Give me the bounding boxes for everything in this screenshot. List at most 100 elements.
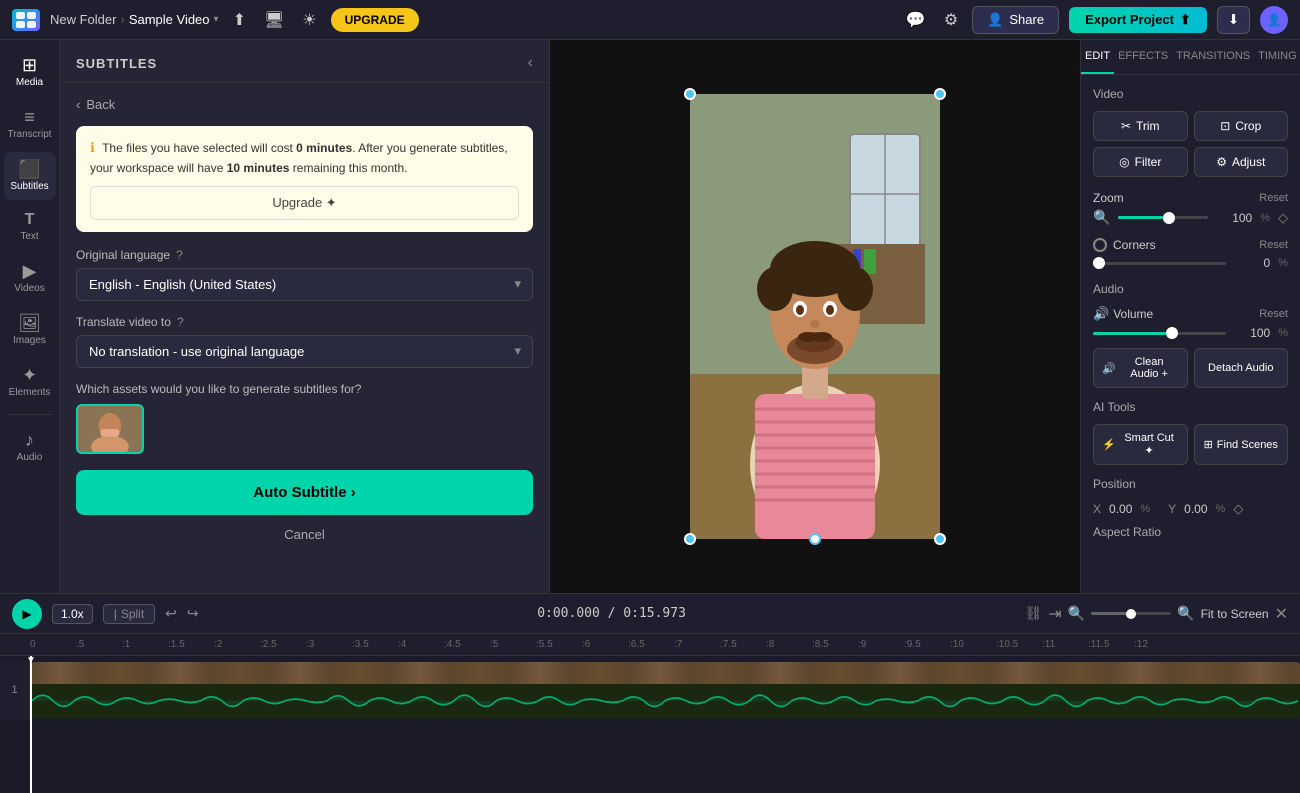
timeline-zoom-thumb[interactable]: [1126, 609, 1136, 619]
handle-top-left[interactable]: [684, 88, 696, 100]
corners-slider[interactable]: [1093, 262, 1226, 265]
collapse-button[interactable]: ‹: [528, 54, 533, 72]
ruler-mark-0: 0: [30, 639, 76, 650]
share-button[interactable]: 👤 Share: [972, 6, 1059, 34]
handle-bottom-center[interactable]: [809, 533, 821, 545]
time-display: 0:00.000 / 0:15.973: [209, 606, 1015, 621]
clean-audio-button[interactable]: 🔊 Clean Audio +: [1093, 348, 1188, 388]
corners-label: Corners: [1113, 238, 1156, 252]
smart-cut-button[interactable]: ⚡ Smart Cut ✦: [1093, 424, 1188, 465]
export-icon: ⬆: [1180, 12, 1191, 28]
translate-help[interactable]: ?: [177, 315, 184, 329]
ruler-mark-3: :3: [306, 639, 352, 650]
tab-timing[interactable]: TIMING: [1254, 40, 1300, 74]
ruler-mark-25: :2.5: [260, 639, 306, 650]
text-icon: T: [25, 212, 35, 228]
zoom-in-button[interactable]: 🔍: [1177, 605, 1194, 622]
sidebar-item-videos[interactable]: ▶ Videos: [4, 254, 56, 302]
upload-button[interactable]: ⬆: [229, 6, 250, 34]
volume-slider[interactable]: [1093, 332, 1226, 335]
find-scenes-button[interactable]: ⊞ Find Scenes: [1194, 424, 1289, 465]
time-separator: /: [608, 606, 624, 621]
redo-button[interactable]: ↪: [187, 605, 199, 622]
crop-button[interactable]: ⊡ Crop: [1194, 111, 1289, 141]
tab-edit[interactable]: EDIT: [1081, 40, 1114, 74]
sidebar-item-subtitles[interactable]: ⬛ Subtitles: [4, 152, 56, 200]
zoom-reset[interactable]: Reset: [1259, 192, 1288, 204]
fit-width-button[interactable]: ⇥: [1048, 604, 1061, 624]
settings-button[interactable]: ⚙: [940, 6, 962, 34]
tab-effects[interactable]: EFFECTS: [1114, 40, 1172, 74]
export-button[interactable]: Export Project ⬆: [1069, 7, 1207, 33]
zoom-out-button[interactable]: 🔍: [1068, 605, 1085, 622]
ruler-mark-45: :4.5: [444, 639, 490, 650]
clip-thumbnail-strip: [30, 662, 1300, 684]
undo-button[interactable]: ↩: [165, 605, 177, 622]
video-container: [690, 94, 940, 539]
volume-reset[interactable]: Reset: [1259, 308, 1288, 320]
download-button[interactable]: ⬇: [1217, 6, 1250, 34]
back-button[interactable]: ‹ Back: [76, 97, 533, 112]
ruler-mark-5: :5: [490, 639, 536, 650]
tab-transitions[interactable]: TRANSITIONS: [1172, 40, 1254, 74]
timeline-ruler: 0 .5 :1 :1.5 :2 :2.5 :3 :3.5 :4 :4.5 :5 …: [0, 634, 1300, 656]
fit-screen-button[interactable]: Fit to Screen: [1201, 607, 1269, 621]
assets-group: Which assets would you like to generate …: [76, 382, 533, 454]
handle-bottom-right[interactable]: [934, 533, 946, 545]
original-language-help[interactable]: ?: [176, 248, 183, 262]
pos-diamond-icon[interactable]: ◇: [1233, 501, 1243, 517]
timeline-zoom-slider[interactable]: [1091, 612, 1171, 615]
video-name[interactable]: Sample Video: [129, 12, 210, 27]
link-icon-button[interactable]: ⛓: [1025, 605, 1043, 622]
auto-subtitle-button[interactable]: Auto Subtitle ›: [76, 470, 533, 515]
ruler-mark-1: :1: [122, 639, 168, 650]
pos-x-label: X: [1093, 502, 1101, 516]
language-select-wrapper: English - English (United States): [76, 268, 533, 301]
crop-icon: ⊡: [1220, 119, 1230, 133]
split-button[interactable]: | Split: [103, 604, 155, 624]
play-button[interactable]: ▶: [12, 599, 42, 629]
export-label: Export Project: [1085, 12, 1174, 27]
video-preview[interactable]: [690, 94, 940, 539]
filter-icon: ◎: [1119, 155, 1129, 169]
zoom-diamond-icon[interactable]: ◇: [1278, 210, 1288, 226]
adjust-button[interactable]: ⚙ Adjust: [1194, 147, 1289, 177]
back-chevron: ‹: [76, 97, 80, 112]
avatar[interactable]: 👤: [1260, 6, 1288, 34]
monitor-button[interactable]: 🖥: [260, 6, 288, 34]
sidebar-item-transcript[interactable]: ≡ Transcript: [4, 100, 56, 148]
cancel-link[interactable]: Cancel: [76, 527, 533, 542]
handle-bottom-left[interactable]: [684, 533, 696, 545]
translate-select[interactable]: No translation - use original language: [76, 335, 533, 368]
upgrade-box-button[interactable]: Upgrade ✦: [90, 186, 519, 220]
original-language-group: Original language ? English - English (U…: [76, 248, 533, 301]
speed-selector[interactable]: 1.0x: [52, 604, 93, 624]
handle-top-right[interactable]: [934, 88, 946, 100]
close-timeline-button[interactable]: ✕: [1275, 604, 1288, 624]
clip-waveform: [30, 684, 1300, 718]
info-message: The files you have selected will cost 0 …: [90, 141, 508, 175]
sidebar-item-elements[interactable]: ✦ Elements: [4, 358, 56, 406]
trim-icon: ✂: [1121, 119, 1131, 133]
filter-button[interactable]: ◎ Filter: [1093, 147, 1188, 177]
folder-name[interactable]: New Folder: [50, 12, 116, 27]
sun-button[interactable]: ☀: [298, 6, 320, 34]
sidebar-item-text[interactable]: T Text: [4, 204, 56, 250]
video-name-chevron[interactable]: ▾: [214, 14, 219, 25]
volume-label: Volume: [1113, 307, 1153, 321]
sidebar-item-audio[interactable]: ♪ Audio: [4, 423, 56, 471]
corners-reset[interactable]: Reset: [1259, 239, 1288, 251]
asset-thumbnail[interactable]: [76, 404, 144, 454]
sidebar-item-media[interactable]: ⊞ Media: [4, 48, 56, 96]
right-content: Video ✂ Trim ⊡ Crop ◎ Filter ⚙: [1081, 75, 1300, 593]
trim-button[interactable]: ✂ Trim: [1093, 111, 1188, 141]
pos-x-value: 0.00: [1109, 502, 1132, 516]
sidebar-item-images[interactable]: 🖼 Images: [4, 306, 56, 354]
zoom-slider[interactable]: [1118, 216, 1208, 219]
detach-audio-button[interactable]: Detach Audio: [1194, 348, 1289, 388]
comment-button[interactable]: 💬: [902, 6, 930, 34]
track-content[interactable]: [30, 660, 1300, 720]
upgrade-button[interactable]: UPGRADE: [331, 8, 419, 32]
corners-unit: %: [1278, 257, 1288, 269]
language-select[interactable]: English - English (United States): [76, 268, 533, 301]
